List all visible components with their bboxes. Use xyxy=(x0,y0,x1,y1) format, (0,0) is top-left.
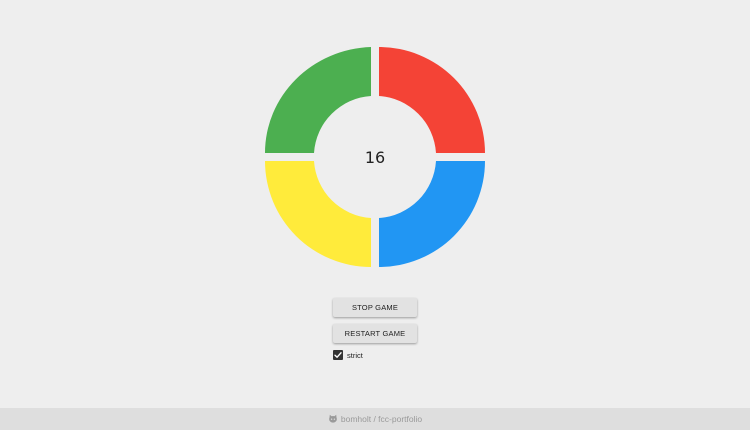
strict-toggle[interactable]: strict xyxy=(333,350,363,360)
step-counter: 16 xyxy=(320,102,430,212)
strict-checkbox[interactable] xyxy=(333,350,343,360)
footer-bar: bomholt / fcc-portfolio xyxy=(0,408,750,430)
strict-label: strict xyxy=(347,350,363,360)
stop-game-button[interactable]: STOP GAME xyxy=(333,298,417,317)
github-cat-icon xyxy=(328,414,338,424)
restart-game-button[interactable]: RESTART GAME xyxy=(333,324,417,343)
checkmark-icon xyxy=(334,352,342,358)
repo-link[interactable]: bomholt / fcc-portfolio xyxy=(341,414,422,424)
